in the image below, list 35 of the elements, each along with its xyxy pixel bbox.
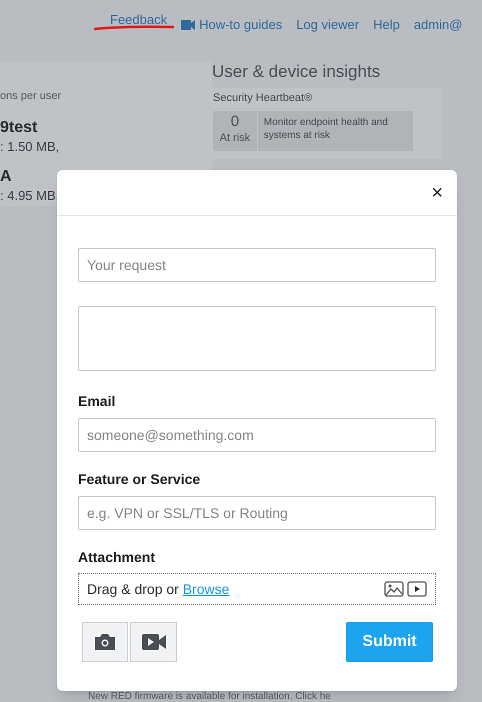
section-title: User & device insights	[212, 62, 382, 83]
browse-link[interactable]: Browse	[182, 578, 230, 600]
risk-count: 0	[230, 114, 240, 130]
record-button[interactable]	[130, 622, 177, 662]
user-name: 9test	[0, 118, 38, 136]
notice-text: New RED firmware is available for installation. Click he	[88, 692, 331, 702]
risk-label: At risk	[220, 131, 250, 146]
user-usage: : 4.95 MB,	[0, 187, 60, 205]
email-field[interactable]: someone@something.com	[78, 418, 436, 452]
details-field[interactable]	[78, 306, 436, 371]
screenshot-button[interactable]	[82, 622, 128, 662]
drop-text: Drag & drop or	[87, 580, 180, 599]
close-button[interactable]: ×	[431, 182, 443, 202]
request-field[interactable]: Your request	[78, 248, 436, 282]
user-usage: : 1.50 MB,	[0, 138, 60, 156]
nav-link[interactable]: Feedback	[110, 10, 168, 30]
video-camera-icon	[140, 633, 166, 651]
user-name: A	[0, 168, 13, 186]
video-icon	[407, 581, 427, 597]
nav-link[interactable]: How-to guides	[181, 10, 282, 40]
nav-link[interactable]: Log viewer	[296, 10, 360, 40]
video-camera-icon	[181, 20, 196, 30]
feature-field[interactable]: e.g. VPN or SSL/TLS or Routing	[78, 496, 436, 530]
submit-button[interactable]: Submit	[346, 622, 433, 662]
field-label: Feature or Service	[78, 470, 202, 487]
nav-link[interactable]: admin@	[414, 10, 462, 40]
image-icon	[384, 581, 404, 597]
card-title: Security Heartbeat®	[213, 91, 314, 106]
caption-text: ons per user	[0, 89, 62, 104]
card-description: Monitor endpoint health and systems at risk	[262, 116, 389, 142]
drop-zone[interactable]: Drag & drop or Browse	[78, 573, 436, 605]
nav-link[interactable]: Help	[373, 10, 400, 40]
camera-icon	[93, 632, 117, 652]
field-label: Attachment	[78, 548, 156, 565]
field-label: Email	[78, 392, 116, 409]
